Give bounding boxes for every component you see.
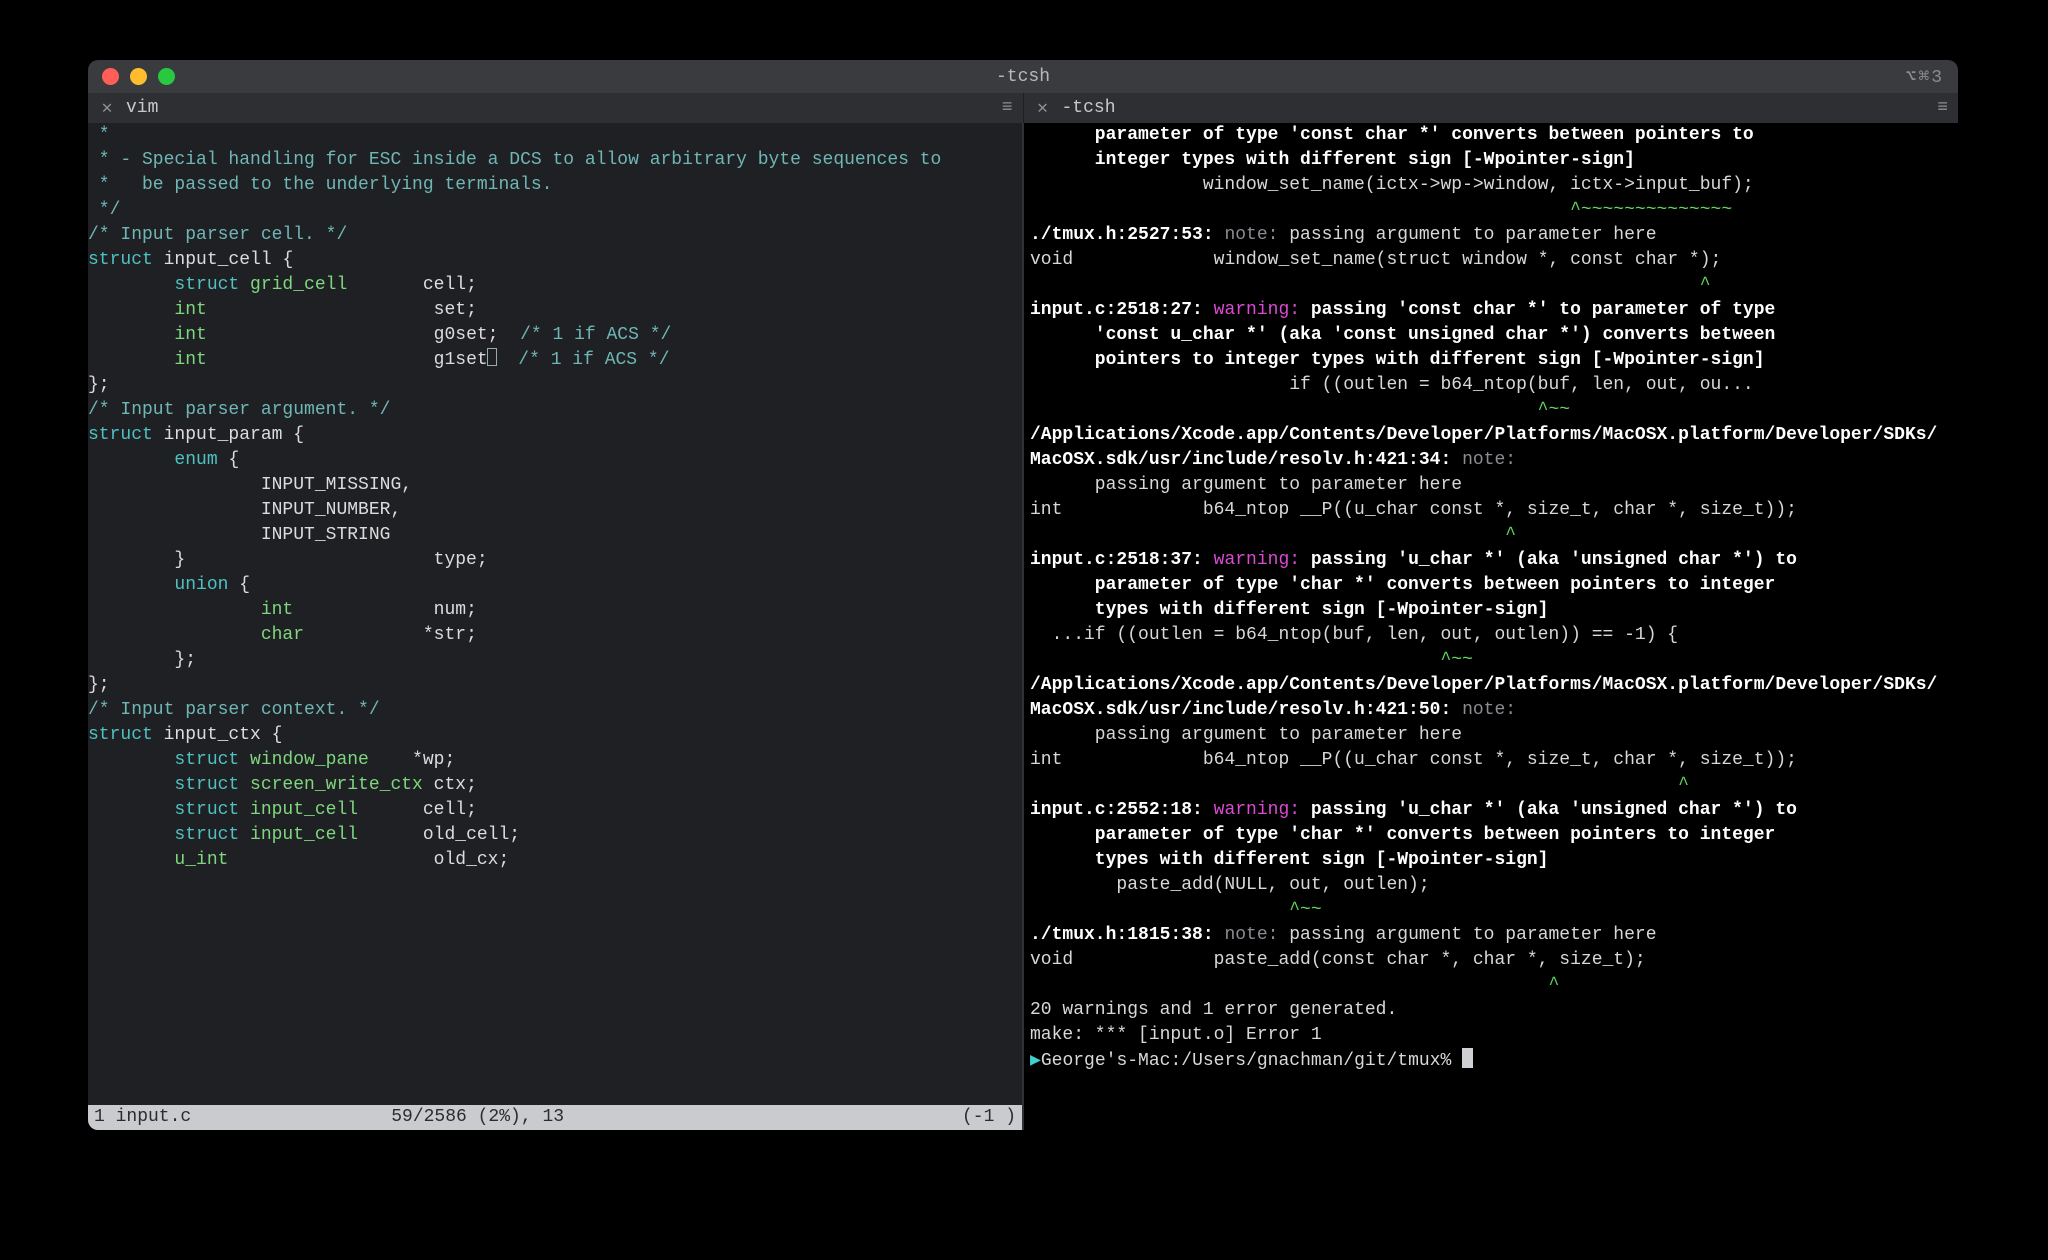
titlebar[interactable]: -tcsh ⌥⌘3 [88,60,1958,93]
tab-menu-icon[interactable]: ≡ [1002,98,1013,118]
close-tab-icon[interactable]: ✕ [98,97,116,119]
vim-status-bar: 1 input.c 59/2586 (2%), 13 (-1 ) [88,1105,1022,1130]
tab-tcsh[interactable]: ✕ -tcsh ≡ [1024,93,1959,123]
split-panes: * * - Special handling for ESC inside a … [88,123,1958,1130]
zoom-window-button[interactable] [158,68,175,85]
editor-pane[interactable]: * * - Special handling for ESC inside a … [88,123,1024,1130]
traffic-lights [102,68,175,85]
shell-pane[interactable]: parameter of type 'const char *' convert… [1024,123,1958,1130]
tab-menu-icon[interactable]: ≡ [1937,98,1948,118]
editor-content[interactable]: * * - Special handling for ESC inside a … [88,123,1022,873]
tab-vim[interactable]: ✕ vim ≡ [88,93,1024,123]
close-window-button[interactable] [102,68,119,85]
status-filename: 1 input.c [94,1105,191,1130]
cursor [487,348,497,366]
cursor [1462,1048,1473,1068]
tab-label: -tcsh [1062,98,1116,118]
window-title: -tcsh [996,67,1050,87]
shell-content[interactable]: parameter of type 'const char *' convert… [1024,123,1958,1074]
status-position: 59/2586 (2%), 13 [191,1105,962,1130]
tab-bar: ✕ vim ≡ ✕ -tcsh ≡ [88,93,1958,123]
terminal-window: -tcsh ⌥⌘3 ✕ vim ≡ ✕ -tcsh ≡ * * - Specia… [88,60,1958,1130]
status-right: (-1 ) [962,1105,1016,1130]
tab-label: vim [126,98,158,118]
close-tab-icon[interactable]: ✕ [1034,97,1052,119]
minimize-window-button[interactable] [130,68,147,85]
titlebar-shortcut: ⌥⌘3 [1906,66,1944,88]
